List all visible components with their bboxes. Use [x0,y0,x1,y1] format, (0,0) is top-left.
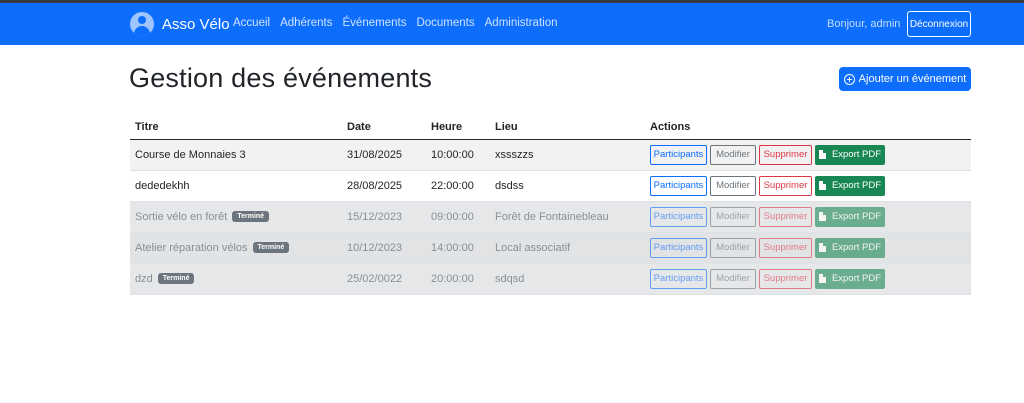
event-time: 14:00:00 [426,232,490,264]
delete-button[interactable]: Supprimer [759,144,812,165]
column-header-actions: Actions [645,116,971,140]
event-time: 10:00:00 [426,139,490,171]
status-badge: Terminé [157,273,195,285]
nav-link-adherents[interactable]: Adhérents [280,17,332,29]
event-date: 10/12/2023 [342,232,426,264]
export-pdf-label: Export PDF [831,180,882,191]
user-circle-icon [130,12,154,36]
delete-button[interactable]: Supprimer [759,206,812,227]
event-title: Course de Monnaies 3 [135,148,246,161]
participants-button[interactable]: Participants [650,144,707,165]
event-place: sdqsd [490,263,645,295]
event-date: 31/08/2025 [342,139,426,171]
edit-button[interactable]: Modifier [710,206,756,227]
export-pdf-button[interactable]: Export PDF [815,144,885,165]
event-title-cell: dededekhh [130,170,342,202]
events-table: Titre Date Heure Lieu Actions Course de … [130,116,971,295]
navbar: Asso Vélo Accueil Adhérents Événements D… [0,3,1024,45]
event-actions: Participants Modifier Supprimer Export P… [645,139,971,171]
brand-name: Asso Vélo [162,15,230,33]
event-title: dzd [135,272,153,285]
export-pdf-label: Export PDF [831,273,882,284]
add-event-button[interactable]: Ajouter un événement [839,67,971,91]
delete-button[interactable]: Supprimer [759,268,812,289]
add-event-label: Ajouter un événement [858,73,967,85]
event-title-cell: Atelier réparation vélos Terminé [130,232,342,264]
event-title: dededekhh [135,179,190,192]
column-header-place: Lieu [490,116,645,140]
export-pdf-label: Export PDF [831,242,882,253]
event-time: 22:00:00 [426,170,490,202]
file-pdf-icon [818,150,826,159]
plus-circle-icon [843,73,855,85]
export-pdf-button[interactable]: Export PDF [815,175,885,196]
nav-link-administration[interactable]: Administration [485,17,558,29]
event-actions: Participants Modifier Supprimer Export P… [645,170,971,202]
participants-button[interactable]: Participants [650,206,707,227]
event-time: 20:00:00 [426,263,490,295]
column-header-date: Date [342,116,426,140]
event-title-cell: Course de Monnaies 3 [130,139,342,171]
page-title: Gestion des événements [129,63,433,93]
event-actions: Participants Modifier Supprimer Export P… [645,232,971,264]
edit-button[interactable]: Modifier [710,144,756,165]
delete-button[interactable]: Supprimer [759,175,812,196]
nav-links: Accueil Adhérents Événements Documents A… [233,17,568,29]
status-badge: Terminé [252,242,290,254]
logout-button[interactable]: Déconnexion [907,11,971,37]
column-header-title: Titre [130,116,342,140]
table-row: Course de Monnaies 3 31/08/2025 10:00:00… [130,139,971,171]
file-pdf-icon [818,181,826,190]
file-pdf-icon [818,274,826,283]
event-title-cell: dzd Terminé [130,263,342,295]
event-actions: Participants Modifier Supprimer Export P… [645,201,971,233]
participants-button[interactable]: Participants [650,175,707,196]
table-row: dededekhh 28/08/2025 22:00:00 dsdss Part… [130,170,971,202]
event-date: 28/08/2025 [342,170,426,202]
edit-button[interactable]: Modifier [710,237,756,258]
event-actions: Participants Modifier Supprimer Export P… [645,263,971,295]
table-row: dzd Terminé 25/02/0022 20:00:00 sdqsd Par… [130,263,971,295]
event-place: xssszzs [490,139,645,171]
table-header-row: Titre Date Heure Lieu Actions [130,116,971,140]
event-title: Sortie vélo en forêt [135,210,228,223]
edit-button[interactable]: Modifier [710,175,756,196]
file-pdf-icon [818,243,826,252]
nav-link-evenements[interactable]: Événements [343,17,407,29]
nav-link-documents[interactable]: Documents [416,17,474,29]
export-pdf-button[interactable]: Export PDF [815,237,885,258]
delete-button[interactable]: Supprimer [759,237,812,258]
brand[interactable]: Asso Vélo [130,12,230,36]
event-title-cell: Sortie vélo en forêt Terminé [130,201,342,233]
event-date: 15/12/2023 [342,201,426,233]
participants-button[interactable]: Participants [650,237,707,258]
column-header-time: Heure [426,116,490,140]
export-pdf-button[interactable]: Export PDF [815,206,885,227]
event-time: 09:00:00 [426,201,490,233]
event-place: Local associatif [490,232,645,264]
export-pdf-button[interactable]: Export PDF [815,268,885,289]
file-pdf-icon [818,212,826,221]
nav-link-accueil[interactable]: Accueil [233,17,270,29]
table-row: Sortie vélo en forêt Terminé 15/12/2023 0… [130,201,971,233]
export-pdf-label: Export PDF [831,211,882,222]
table-row: Atelier réparation vélos Terminé 10/12/20… [130,232,971,264]
user-greeting: Bonjour, admin [827,18,901,30]
event-title: Atelier réparation vélos [135,241,248,254]
status-badge: Terminé [232,211,270,223]
event-place: Forêt de Fontainebleau [490,201,645,233]
export-pdf-label: Export PDF [831,149,882,160]
participants-button[interactable]: Participants [650,268,707,289]
event-place: dsdss [490,170,645,202]
event-date: 25/02/0022 [342,263,426,295]
edit-button[interactable]: Modifier [710,268,756,289]
